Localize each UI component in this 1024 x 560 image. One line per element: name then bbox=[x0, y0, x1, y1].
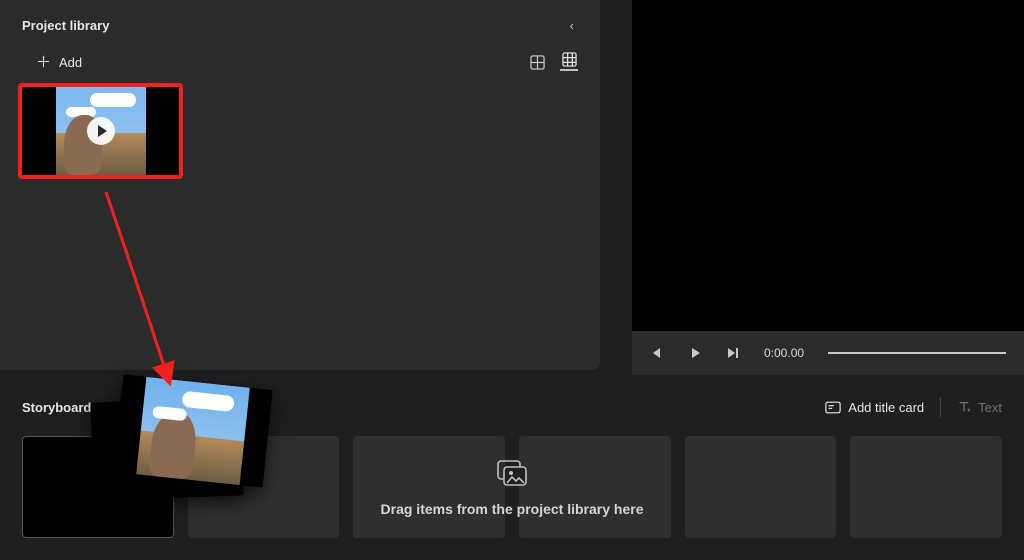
add-title-card-button[interactable]: Add title card bbox=[825, 400, 924, 415]
preview-screen[interactable] bbox=[632, 0, 1024, 331]
storyboard-slot[interactable] bbox=[519, 436, 671, 538]
playback-bar: 0:00.00 bbox=[632, 331, 1024, 375]
seek-bar[interactable] bbox=[828, 352, 1006, 354]
text-tool-button: Text bbox=[957, 400, 1002, 415]
small-grid-icon bbox=[562, 52, 577, 67]
add-title-card-label: Add title card bbox=[848, 400, 924, 415]
storyboard-slot[interactable] bbox=[850, 436, 1002, 538]
storyboard-slot[interactable] bbox=[22, 436, 174, 538]
library-video-clip[interactable] bbox=[18, 83, 183, 179]
play-overlay-icon bbox=[87, 117, 115, 145]
storyboard-slot[interactable] bbox=[353, 436, 505, 538]
text-icon bbox=[957, 400, 971, 414]
view-small-grid-button[interactable] bbox=[560, 53, 578, 71]
step-back-icon bbox=[651, 347, 663, 359]
chevron-left-icon: ‹ bbox=[570, 18, 574, 33]
view-large-grid-button[interactable] bbox=[528, 53, 546, 71]
next-frame-button[interactable] bbox=[726, 347, 740, 359]
storyboard-slot[interactable] bbox=[685, 436, 837, 538]
text-tool-label: Text bbox=[978, 400, 1002, 415]
storyboard-slot[interactable] bbox=[188, 436, 340, 538]
play-icon bbox=[689, 347, 701, 359]
storyboard-title: Storyboard bbox=[22, 400, 91, 415]
previous-frame-button[interactable] bbox=[650, 347, 664, 359]
preview-panel: 0:00.00 bbox=[632, 0, 1024, 375]
library-view-toggle bbox=[528, 53, 578, 71]
add-media-button[interactable]: ＋ Add bbox=[36, 55, 82, 70]
add-media-label: Add bbox=[59, 55, 82, 70]
step-forward-icon bbox=[726, 347, 740, 359]
project-library-panel: Project library ‹ ＋ Add bbox=[0, 0, 600, 370]
title-card-icon bbox=[825, 401, 841, 414]
timecode: 0:00.00 bbox=[764, 346, 804, 360]
play-button[interactable] bbox=[688, 347, 702, 359]
large-grid-icon bbox=[530, 55, 545, 70]
storyboard-track[interactable]: Drag items from the project library here bbox=[22, 436, 1002, 538]
plus-icon: ＋ bbox=[36, 55, 51, 70]
storyboard-panel: Storyboard Add title card Text bbox=[0, 386, 1024, 560]
action-divider bbox=[940, 397, 941, 417]
collapse-panel-button[interactable]: ‹ bbox=[566, 14, 578, 37]
project-library-title: Project library bbox=[22, 18, 109, 33]
